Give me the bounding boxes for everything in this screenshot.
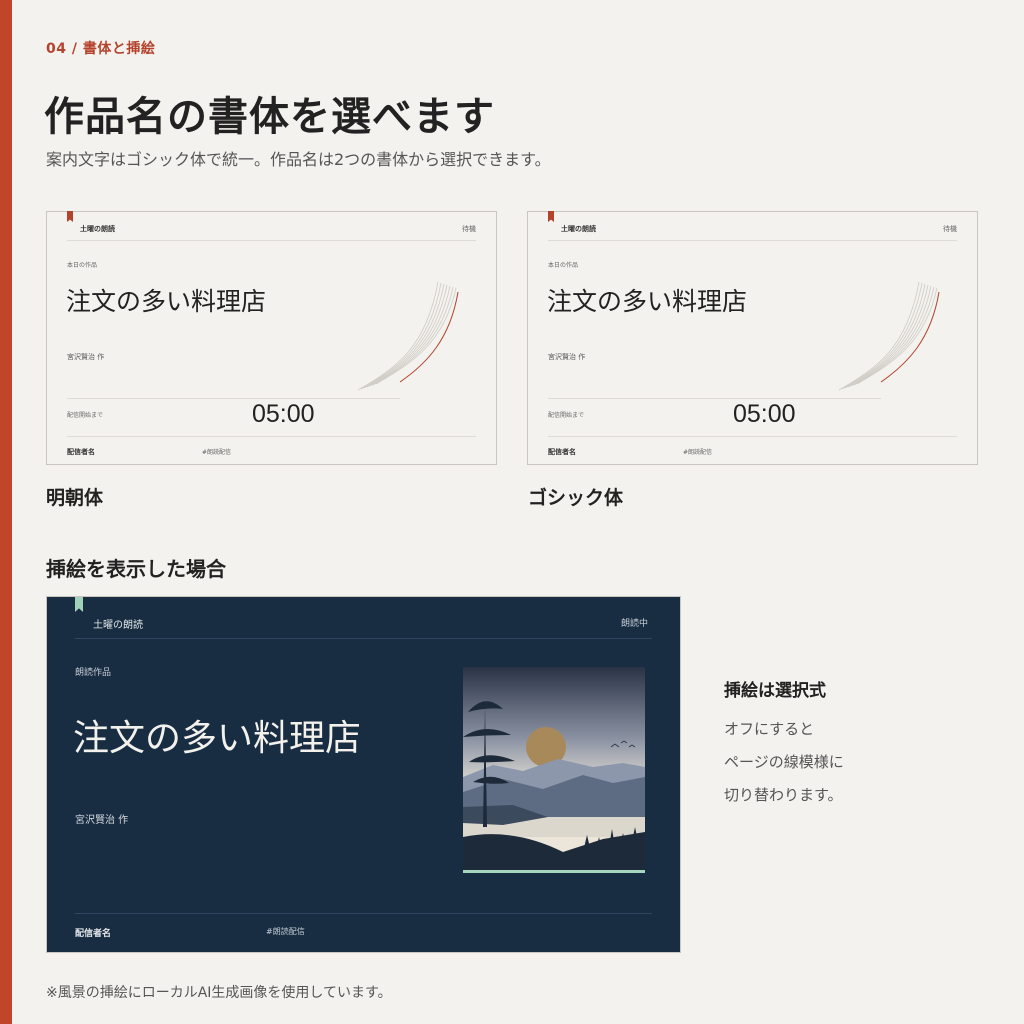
page-subtitle: 案内文字はゴシック体で統一。作品名は2つの書体から選択できます。: [46, 150, 551, 169]
divider: [548, 436, 957, 437]
mincho-caption: 明朝体: [46, 487, 104, 509]
bookmark-ribbon-icon: [75, 597, 83, 612]
countdown-label: 配信開始まで: [548, 412, 585, 419]
today-label: 本日の作品: [67, 262, 98, 269]
side-note-line: オフにすると: [724, 720, 815, 738]
today-label: 本日の作品: [548, 262, 579, 269]
side-note-title: 挿絵は選択式: [724, 681, 826, 701]
streamer-name: 配信者名: [548, 448, 576, 456]
divider: [67, 436, 476, 437]
page-curl-line-pattern: [838, 281, 940, 391]
hashtag: #朗読配信: [266, 927, 305, 936]
illustrated-section-title: 挿絵を表示した場合: [46, 557, 226, 581]
mincho-preview-card[interactable]: 土曜の朗読 待機 本日の作品 注文の多い料理店 宮沢賢治 作 配信開始まで 05…: [46, 211, 497, 465]
divider: [548, 398, 881, 399]
footnote: ※風景の挿絵にローカルAI生成画像を使用しています。: [46, 985, 392, 1001]
hashtag: #朗読配信: [683, 449, 713, 456]
author-name: 宮沢賢治 作: [67, 353, 105, 361]
program-brand: 土曜の朗読: [561, 225, 596, 233]
program-brand: 土曜の朗読: [93, 620, 143, 631]
countdown-timer: 05:00: [733, 400, 796, 428]
side-note-line: 切り替わります。: [724, 786, 843, 804]
author-name: 宮沢賢治 作: [548, 353, 586, 361]
divider: [75, 913, 652, 914]
gothic-caption: ゴシック体: [528, 487, 624, 509]
program-brand: 土曜の朗読: [80, 225, 115, 233]
left-accent-bar: [0, 0, 12, 1024]
section-kicker: 04 / 書体と挿絵: [46, 41, 156, 57]
author-name: 宮沢賢治 作: [75, 815, 129, 826]
work-label: 朗読作品: [75, 668, 112, 678]
status-label: 待機: [462, 225, 476, 233]
divider: [75, 638, 652, 639]
countdown-label: 配信開始まで: [67, 412, 104, 419]
streamer-name: 配信者名: [75, 929, 112, 939]
landscape-illustration: [463, 667, 645, 873]
work-title: 注文の多い料理店: [547, 287, 748, 316]
status-label: 朗読中: [620, 619, 648, 629]
hashtag: #朗読配信: [202, 449, 232, 456]
status-label: 待機: [943, 225, 957, 233]
divider: [67, 398, 400, 399]
gothic-preview-card[interactable]: 土曜の朗読 待機 本日の作品 注文の多い料理店 宮沢賢治 作 配信開始まで 05…: [527, 211, 978, 465]
illustration-underline: [463, 870, 645, 873]
illustrated-preview-card[interactable]: 土曜の朗読 朗読中 朗読作品 注文の多い料理店 宮沢賢治 作 配信者名 #朗読配…: [46, 596, 681, 953]
work-title: 注文の多い料理店: [66, 287, 267, 316]
page-title: 作品名の書体を選べます: [44, 94, 495, 140]
bookmark-ribbon-icon: [548, 211, 554, 222]
bookmark-ribbon-icon: [67, 211, 73, 222]
work-title: 注文の多い料理店: [73, 718, 362, 759]
page-curl-line-pattern: [357, 281, 459, 391]
countdown-timer: 05:00: [252, 400, 315, 428]
divider: [67, 240, 476, 241]
side-note-line: ページの線模様に: [724, 753, 844, 771]
divider: [548, 240, 957, 241]
streamer-name: 配信者名: [67, 448, 95, 456]
